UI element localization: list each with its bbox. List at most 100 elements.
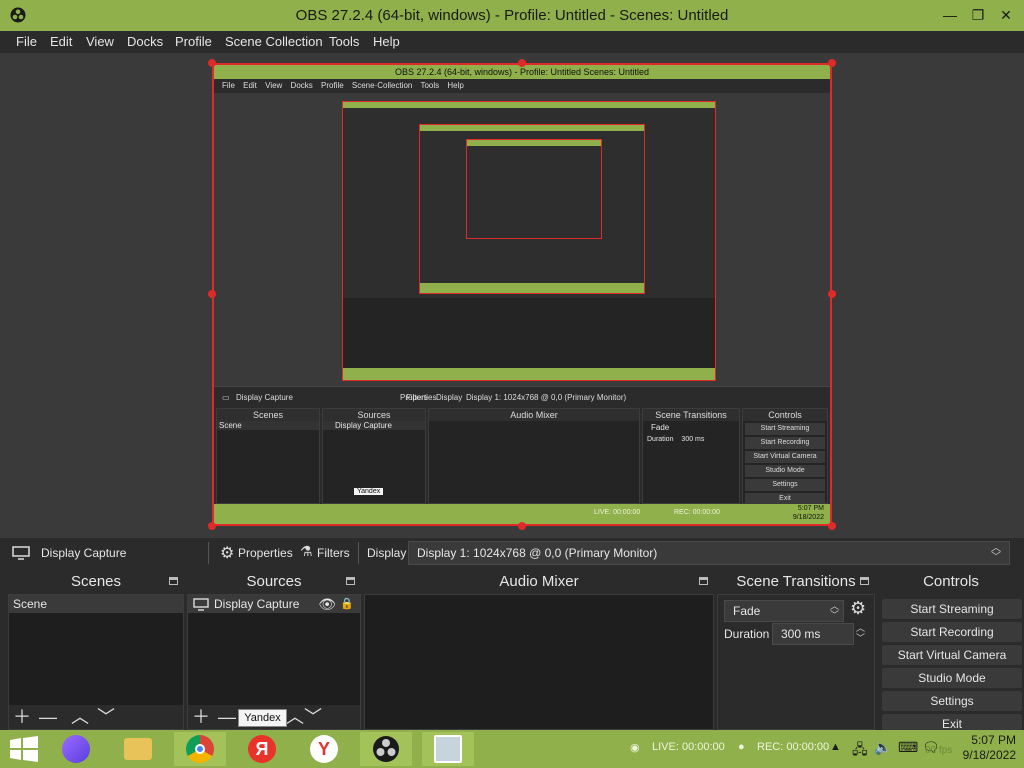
nested-taskbar (343, 368, 715, 380)
taskbar-chrome[interactable] (174, 732, 226, 766)
capture-tooltip: Yandex (354, 488, 384, 495)
menu-scene-collection[interactable]: Scene Collection (225, 34, 323, 49)
audio-mixer-panel (364, 594, 714, 730)
capture-control-button: Start Recording (745, 437, 825, 449)
resize-handle[interactable] (828, 522, 836, 530)
nested-taskbar (420, 283, 644, 293)
toolbar-divider (208, 542, 209, 564)
studio-mode-button[interactable]: Studio Mode (882, 668, 1022, 688)
menu-view[interactable]: View (86, 34, 114, 49)
capture-dock-controls: Controls Start Streaming Start Recording… (742, 408, 828, 505)
float-dock-icon[interactable] (699, 577, 708, 585)
live-timer: LIVE: 00:00:00 (652, 741, 725, 753)
move-down-button[interactable]: ﹀ (97, 705, 115, 729)
monitor-icon (12, 546, 30, 560)
settings-button[interactable]: Settings (882, 691, 1022, 711)
scenes-dock: Scenes Scene ＋ — ︿ ﹀ (8, 570, 184, 730)
properties-button[interactable]: ⚙ Properties (220, 543, 293, 563)
capture-source-item: Display Capture (323, 421, 425, 430)
capture-rec-label: REC: 00:00:00 (674, 509, 720, 516)
resize-handle[interactable] (828, 59, 836, 67)
scenes-list[interactable]: Scene ＋ — ︿ ﹀ (8, 594, 184, 730)
menu-edit[interactable]: Edit (50, 34, 72, 49)
taskbar-alice[interactable] (50, 732, 102, 766)
taskbar-obs[interactable] (360, 732, 412, 766)
display-select[interactable]: Display 1: 1024x768 @ 0,0 (Primary Monit… (408, 541, 1010, 565)
add-source-button[interactable]: ＋ (192, 705, 210, 729)
tray-overflow-icon[interactable]: ▲ (830, 741, 841, 753)
display-capture-source[interactable]: OBS 27.2.4 (64-bit, windows) - Profile: … (212, 63, 832, 526)
volume-tray-icon[interactable]: 🔈 (874, 739, 891, 756)
menu-profile[interactable]: Profile (175, 34, 212, 49)
dock-area: Scenes Scene ＋ — ︿ ﹀ Sources Display Cap… (0, 567, 1024, 734)
capture-monitor-icon: ▭ (222, 393, 230, 402)
capture-control-button: Studio Mode (745, 465, 825, 477)
updown-chevron-icon: ︿ ﹀ (991, 543, 1001, 563)
scenes-dock-title: Scenes (8, 570, 184, 594)
capture-display-value: Display 1: 1024x768 @ 0,0 (Primary Monit… (466, 393, 627, 402)
move-down-button[interactable]: ﹀ (304, 705, 322, 729)
menu-file[interactable]: File (16, 34, 37, 49)
remove-scene-button[interactable]: — (39, 705, 57, 729)
keyboard-tray-icon[interactable]: ⌨ (898, 739, 918, 756)
nested-capture-3 (466, 139, 602, 239)
preview-canvas[interactable]: OBS 27.2.4 (64-bit, windows) - Profile: … (0, 53, 1024, 537)
resize-handle[interactable] (518, 522, 526, 530)
float-dock-icon[interactable] (346, 577, 355, 585)
resize-handle[interactable] (208, 290, 216, 298)
move-up-button[interactable]: ︿ (286, 705, 304, 729)
system-clock[interactable]: 5:07 PM 9/18/2022 (963, 733, 1016, 763)
resize-handle[interactable] (208, 522, 216, 530)
nested-capture-2 (419, 124, 645, 294)
sources-dock-title: Sources (187, 570, 361, 594)
nested-title-bar (343, 102, 715, 108)
start-recording-button[interactable]: Start Recording (882, 622, 1022, 642)
source-item[interactable]: Display Capture 👁 🔒 (188, 595, 360, 613)
windows-start-icon[interactable] (10, 736, 38, 762)
start-streaming-button[interactable]: Start Streaming (882, 599, 1022, 619)
duration-label: Duration (724, 627, 770, 641)
menu-bar: File Edit View Docks Profile Scene Colle… (0, 31, 1024, 53)
start-virtual-camera-button[interactable]: Start Virtual Camera (882, 645, 1022, 665)
network-tray-icon[interactable]: 🖧 (852, 739, 868, 763)
transition-select-value: Fade (733, 604, 761, 618)
remove-source-button[interactable]: — (218, 705, 236, 729)
menu-help[interactable]: Help (373, 34, 400, 49)
capture-live-label: LIVE: 00:00:00 (594, 509, 641, 516)
filters-button[interactable]: ⚗ Filters (300, 543, 352, 563)
resize-handle[interactable] (828, 290, 836, 298)
move-up-button[interactable]: ︿ (71, 705, 89, 729)
filters-label: Filters (317, 546, 350, 560)
display-select-value: Display 1: 1024x768 @ 0,0 (Primary Monit… (417, 546, 658, 560)
float-dock-icon[interactable] (169, 577, 178, 585)
capture-transition-value: Fade (651, 423, 670, 432)
menu-docks[interactable]: Docks (127, 34, 163, 49)
eye-icon[interactable]: 👁 (318, 595, 336, 613)
alice-icon (62, 735, 90, 763)
live-status: ◉ (630, 742, 640, 754)
duration-input[interactable]: 300 ms (772, 623, 854, 645)
capture-title-bar: OBS 27.2.4 (64-bit, windows) - Profile: … (214, 65, 830, 79)
resize-handle[interactable] (518, 59, 526, 67)
taskbar-yandex-browser[interactable]: Я (236, 732, 288, 766)
transition-select[interactable]: Fade ︿ ﹀ (724, 600, 844, 622)
nested-docks (343, 298, 715, 368)
close-button[interactable]: ✕ (990, 4, 1022, 26)
lock-icon[interactable]: 🔒 (340, 595, 354, 613)
scene-item[interactable]: Scene (9, 595, 183, 613)
resize-handle[interactable] (208, 59, 216, 67)
duration-stepper-icon[interactable]: ︿ ﹀ (856, 623, 865, 643)
menu-tools[interactable]: Tools (329, 34, 359, 49)
sources-dock: Sources Display Capture 👁 🔒 ＋ — ︿ ﹀ (187, 570, 361, 730)
float-dock-icon[interactable] (860, 577, 869, 585)
window-title: OBS 27.2.4 (64-bit, windows) - Profile: … (295, 7, 729, 24)
scenes-toolbar: ＋ — ︿ ﹀ (9, 705, 183, 729)
scene-transitions-dock: Scene Transitions Fade ︿ ﹀ ⚙ Duration 300… (717, 570, 875, 730)
transition-properties-gear-icon[interactable]: ⚙ (850, 598, 866, 619)
taskbar-photos[interactable] (422, 732, 474, 766)
taskbar-file-explorer[interactable] (112, 732, 164, 766)
capture-scene-item: Scene (217, 421, 319, 430)
capture-dock-scenes: Scenes Scene (216, 408, 320, 504)
taskbar-yandex[interactable]: Y (298, 732, 350, 766)
add-scene-button[interactable]: ＋ (13, 705, 31, 729)
